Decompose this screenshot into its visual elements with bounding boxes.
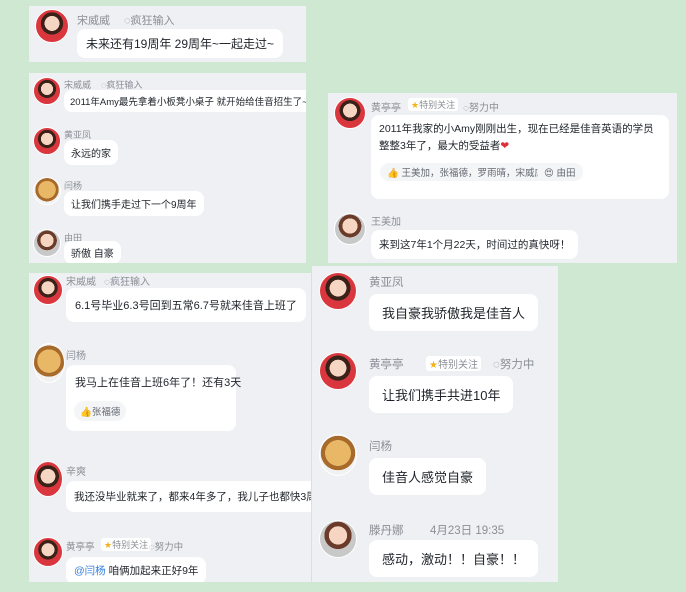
- message-bubble[interactable]: 来到这7年1个月22天，时间过的真快呀！: [371, 230, 579, 259]
- message-bubble[interactable]: @闫杨 咱俩加起来正好9年: [66, 557, 207, 582]
- chat-bubble-icon: ◌: [493, 359, 500, 371]
- status-tag: ◌努力中: [493, 356, 534, 372]
- special-follow-badge: ★特别关注: [408, 98, 459, 111]
- status-tag-label: 努力中: [468, 103, 499, 114]
- sender-name[interactable]: 宋威威: [77, 12, 110, 28]
- chat-panel-4: 宋威威 ◌疯狂输入 6.1号毕业6.3号回到五常6.7号就来佳音上班了 闫杨 我…: [29, 273, 311, 582]
- avatar[interactable]: [319, 272, 357, 310]
- badge-label: 特别关注: [437, 360, 478, 371]
- badge-label: 特别关注: [112, 540, 149, 550]
- sender-name[interactable]: 辛爽: [66, 463, 86, 478]
- message-text: 咱俩加起来正好9年: [105, 565, 199, 577]
- avatar[interactable]: [35, 9, 69, 43]
- message-bubble[interactable]: 我自豪我骄傲我是佳音人: [369, 294, 539, 331]
- status-tag-label: 努力中: [499, 359, 535, 371]
- sender-name[interactable]: 闫杨: [369, 438, 392, 454]
- avatar[interactable]: [319, 352, 357, 390]
- message-bubble[interactable]: 我马上在佳音上班6年了！还有3天 👍张福德: [66, 365, 241, 431]
- reaction-chip[interactable]: 👍张福德: [74, 401, 127, 421]
- sender-name[interactable]: 黄亭亭: [369, 356, 404, 372]
- chat-panel-5: 黄亚凤 我自豪我骄傲我是佳音人 黄亭亭 ★特别关注 ◌努力中 让我们携手共进10…: [312, 266, 558, 582]
- badge-label: 特别关注: [419, 100, 456, 110]
- avatar[interactable]: [319, 520, 357, 558]
- sender-name[interactable]: 黄亭亭: [66, 539, 95, 553]
- avatar[interactable]: [33, 537, 63, 567]
- status-tag: ◌疯狂输入: [124, 12, 175, 28]
- message-bubble[interactable]: 未来还有19周年 29周年~一起走过~: [77, 29, 284, 58]
- message-text: 2011年我家的小Amy刚刚出生，现在已经是佳音英语的学员整整3年了，最大的受益…: [379, 123, 654, 152]
- chat-panel-3: 黄亭亭 ★特别关注 ◌努力中 2011年我家的小Amy刚刚出生，现在已经是佳音英…: [328, 93, 677, 263]
- reaction-users: 张福德: [91, 407, 121, 418]
- message-bubble[interactable]: 骄傲 自豪: [64, 241, 121, 263]
- reaction-chip[interactable]: 😍 由田: [537, 163, 583, 181]
- special-follow-badge: ★特别关注: [426, 356, 481, 371]
- sender-name[interactable]: 宋威威: [66, 273, 96, 288]
- status-tag-label: 努力中: [154, 542, 184, 553]
- message-bubble[interactable]: 让我们携手共进10年: [369, 376, 514, 413]
- reaction-users: 由田: [556, 168, 576, 179]
- star-icon: ★: [104, 540, 113, 550]
- emoji-icon: 😍: [544, 168, 554, 179]
- message-bubble[interactable]: 6.1号毕业6.3号回到五常6.7号就来佳音上班了: [66, 288, 306, 322]
- status-tag: ◌疯狂输入: [104, 273, 150, 288]
- sender-name[interactable]: 闫杨: [66, 347, 86, 362]
- sender-name[interactable]: 黄亭亭: [371, 99, 401, 114]
- avatar[interactable]: [33, 461, 63, 497]
- avatar[interactable]: [334, 97, 366, 129]
- special-follow-badge: ★特别关注: [101, 538, 152, 551]
- message-bubble[interactable]: 永远的家: [64, 140, 118, 165]
- message-bubble[interactable]: 感动，激动！！自豪！！: [369, 540, 539, 577]
- sender-name[interactable]: 滕丹娜: [369, 522, 404, 538]
- emoji-icon: 👍: [80, 407, 92, 418]
- reaction-users: 王美加，张福德，罗雨晴，宋威威: [401, 168, 544, 179]
- sender-name[interactable]: 王美加: [371, 213, 401, 228]
- message-bubble[interactable]: 佳音人感觉自豪: [369, 458, 487, 495]
- status-tag: ◌努力中: [463, 99, 499, 114]
- avatar[interactable]: [334, 213, 366, 245]
- star-icon: ★: [429, 360, 438, 371]
- avatar[interactable]: [33, 343, 65, 383]
- status-tag: ◌努力中: [149, 539, 183, 553]
- avatar[interactable]: [319, 434, 357, 476]
- chat-panel-2: 宋威威 ◌疯狂输入 2011年Amy最先拿着小板凳小桌子 就开始给佳音招生了~ …: [29, 73, 306, 263]
- avatar[interactable]: [33, 229, 61, 257]
- avatar[interactable]: [33, 77, 61, 105]
- star-icon: ★: [411, 100, 420, 110]
- message-bubble[interactable]: 2011年我家的小Amy刚刚出生，现在已经是佳音英语的学员整整3年了，最大的受益…: [371, 115, 669, 199]
- avatar[interactable]: [33, 275, 63, 305]
- message-text: 我马上在佳音上班6年了！还有3天: [75, 377, 242, 389]
- avatar[interactable]: [33, 127, 61, 155]
- status-tag-label: 疯狂输入: [130, 15, 175, 27]
- message-bubble[interactable]: 我还没毕业就来了，都来4年多了，我儿子也都快3周岁了: [66, 481, 311, 512]
- reaction-chip[interactable]: 👍 王美加，张福德，罗雨晴，宋威威: [380, 163, 551, 181]
- status-tag-label: 疯狂输入: [109, 277, 150, 288]
- status-tag-label: 疯狂输入: [106, 80, 143, 90]
- chat-panel-1: 宋威威 ◌疯狂输入 未来还有19周年 29周年~一起走过~: [29, 6, 306, 62]
- message-bubble[interactable]: 让我们携手走过下一个9周年: [64, 191, 204, 216]
- emoji-icon: 👍: [387, 168, 399, 179]
- sender-name[interactable]: 黄亚凤: [369, 274, 404, 290]
- mention-link[interactable]: @闫杨: [74, 565, 106, 577]
- avatar[interactable]: [33, 177, 61, 205]
- message-bubble[interactable]: 2011年Amy最先拿着小板凳小桌子 就开始给佳音招生了~: [64, 90, 306, 112]
- message-timestamp: 4月23日 19:35: [430, 525, 505, 537]
- heart-icon: ❤: [500, 140, 510, 152]
